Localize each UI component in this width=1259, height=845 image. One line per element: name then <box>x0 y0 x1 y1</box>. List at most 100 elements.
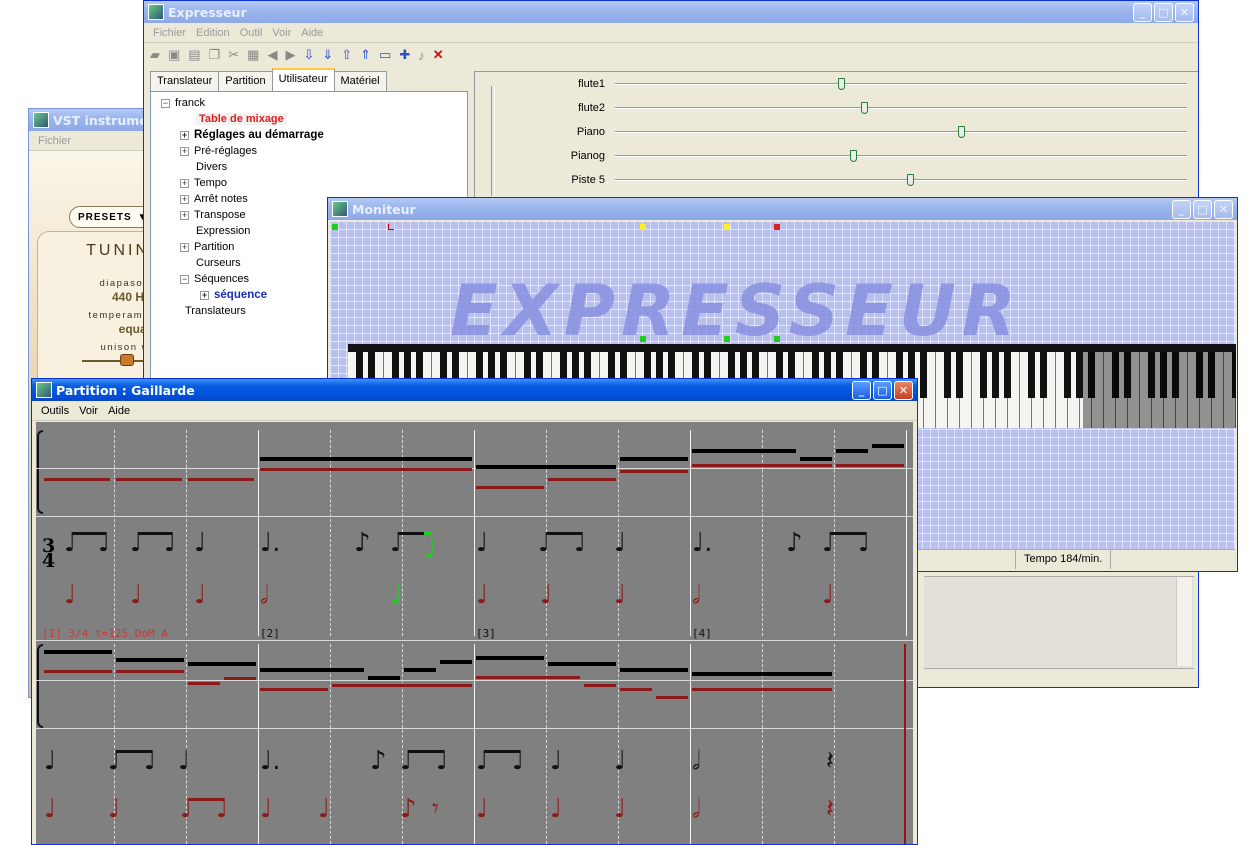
fader-knob[interactable] <box>838 78 846 90</box>
tree-item-partition[interactable]: + Partition <box>180 241 234 253</box>
score-view[interactable]: 3 4 ♩ ♩ ♩ ♩ ♩ ♩. ♪ ♩ ♩ ♩ ♩ ♩ ♩ ♩. ♪ ♩ ♩ … <box>36 422 913 844</box>
expand-icon[interactable]: + <box>200 290 209 300</box>
expand-icon[interactable]: + <box>180 146 189 156</box>
menu-voir[interactable]: Voir <box>267 27 296 39</box>
fader-track[interactable] <box>615 150 1187 162</box>
tree-item-reglages[interactable]: + Réglages au démarrage <box>180 129 324 141</box>
close-button[interactable]: ✕ <box>1214 199 1233 219</box>
moniteur-titlebar[interactable]: Moniteur _ □ ✕ <box>328 198 1237 220</box>
note-bar <box>800 457 832 461</box>
menu-edition[interactable]: Edition <box>191 27 235 39</box>
tab-translateur[interactable]: Translateur <box>150 71 220 91</box>
arrow-down-icon[interactable]: ⇩ <box>303 47 314 63</box>
tab-utilisateur[interactable]: Utilisateur <box>271 68 335 91</box>
tree-item-expression[interactable]: Expression <box>196 225 250 237</box>
menu-voir[interactable]: Voir <box>74 405 103 417</box>
maximize-button[interactable]: □ <box>873 380 892 400</box>
quarter-note: ♩ <box>108 794 121 824</box>
expand-icon[interactable]: + <box>180 210 189 220</box>
vst-titlebar[interactable]: VST instrument <box>29 109 147 131</box>
minimize-button[interactable]: _ <box>1172 199 1191 219</box>
tree-item-table-de-mixage[interactable]: Table de mixage <box>196 113 287 125</box>
tree-item-tempo[interactable]: + Tempo <box>180 177 227 189</box>
arrow-up-2-icon[interactable]: ⇑ <box>360 47 371 63</box>
tree-item-divers[interactable]: Divers <box>196 161 227 173</box>
fader-piano[interactable]: Piano <box>535 124 1187 140</box>
note-bar <box>332 684 472 687</box>
presets-button[interactable]: PRESETS ▼ <box>69 206 147 228</box>
current-note: ♩ <box>390 580 403 610</box>
tree-item-arret-notes[interactable]: + Arrêt notes <box>180 193 248 205</box>
scrollbar[interactable] <box>1176 577 1192 666</box>
expresseur-titlebar[interactable]: Expresseur _ □ ✕ <box>144 1 1198 23</box>
note-bar <box>476 656 544 660</box>
tree-item-pre-reglages[interactable]: + Pré-réglages <box>180 145 257 157</box>
tree-item-translateurs[interactable]: Translateurs <box>185 305 246 317</box>
tree-item-sequences[interactable]: − Séquences <box>180 273 249 285</box>
fader-knob[interactable] <box>958 126 966 138</box>
tree-item-sequence[interactable]: + séquence <box>200 289 267 301</box>
temperament-value[interactable]: equal <box>38 322 147 336</box>
vst-title: VST instrument <box>53 112 147 128</box>
quarter-note: ♩ <box>44 746 57 776</box>
fader-piste-5[interactable]: Piste 5 <box>535 172 1187 188</box>
expand-icon[interactable]: + <box>180 130 189 140</box>
collapse-icon[interactable]: − <box>180 274 189 284</box>
fader-track[interactable] <box>615 174 1187 186</box>
fader-knob[interactable] <box>849 150 857 162</box>
delete-icon[interactable]: ✕ <box>433 47 444 63</box>
tab-materiel[interactable]: Matériel <box>333 71 387 91</box>
note-icon[interactable]: ♪ <box>418 48 425 63</box>
open-icon[interactable]: ▰ <box>150 47 160 63</box>
unison-slider-track[interactable] <box>82 360 147 362</box>
fader-track[interactable] <box>615 102 1187 114</box>
close-button[interactable]: ✕ <box>894 380 913 400</box>
quarter-note: ♩ <box>550 794 563 824</box>
paste-icon[interactable]: ▦ <box>247 47 259 63</box>
led-indicator <box>724 336 730 342</box>
partition-titlebar[interactable]: Partition : Gaillarde _ □ ✕ <box>32 379 917 401</box>
copy-icon[interactable]: ❐ <box>209 47 221 63</box>
fader-flute2[interactable]: flute2 <box>535 100 1187 116</box>
maximize-button[interactable]: □ <box>1154 2 1173 22</box>
tree-item-transpose[interactable]: + Transpose <box>180 209 246 221</box>
menu-aide[interactable]: Aide <box>103 405 135 417</box>
undo-icon[interactable]: ◀ <box>267 47 277 63</box>
menu-outils[interactable]: Outils <box>36 405 74 417</box>
unison-slider-knob[interactable] <box>120 354 134 366</box>
arrow-down-2-icon[interactable]: ⇓ <box>322 47 333 63</box>
save-icon[interactable]: ▣ <box>168 47 180 63</box>
fader-knob[interactable] <box>860 102 868 114</box>
collapse-icon[interactable]: − <box>161 98 170 108</box>
fader-flute1[interactable]: flute1 <box>535 76 1187 92</box>
fader-track[interactable] <box>615 78 1187 90</box>
tree-root[interactable]: − franck <box>161 97 205 109</box>
minimize-button[interactable]: _ <box>1133 2 1152 22</box>
menu-outil[interactable]: Outil <box>235 27 268 39</box>
vst-menu-fichier[interactable]: Fichier <box>33 135 76 147</box>
fader-knob[interactable] <box>906 174 914 186</box>
menu-fichier[interactable]: Fichier <box>148 27 191 39</box>
minimize-button[interactable]: _ <box>852 380 871 400</box>
diapason-value[interactable]: 440 Hz <box>38 290 147 304</box>
menu-aide[interactable]: Aide <box>296 27 328 39</box>
tab-partition[interactable]: Partition <box>218 71 273 91</box>
expand-icon[interactable]: + <box>180 242 189 252</box>
maximize-button[interactable]: □ <box>1193 199 1212 219</box>
save-all-icon[interactable]: ▤ <box>188 47 200 63</box>
close-button[interactable]: ✕ <box>1175 2 1194 22</box>
tree-item-curseurs[interactable]: Curseurs <box>196 257 241 269</box>
fader-pianog[interactable]: Pianog <box>535 148 1187 164</box>
add-icon[interactable]: ✚ <box>399 47 410 63</box>
remove-icon[interactable]: ▭ <box>379 47 391 63</box>
note-bar <box>260 457 472 461</box>
expand-icon[interactable]: + <box>180 194 189 204</box>
diapason-label: diapason <box>99 278 148 289</box>
expand-icon[interactable]: + <box>180 178 189 188</box>
arrow-up-icon[interactable]: ⇧ <box>341 47 352 63</box>
note-bar <box>548 662 616 666</box>
tempo-status: Tempo 184/min. <box>1016 550 1112 569</box>
redo-icon[interactable]: ▶ <box>285 47 295 63</box>
fader-track[interactable] <box>615 126 1187 138</box>
cut-icon[interactable]: ✂ <box>228 47 239 63</box>
